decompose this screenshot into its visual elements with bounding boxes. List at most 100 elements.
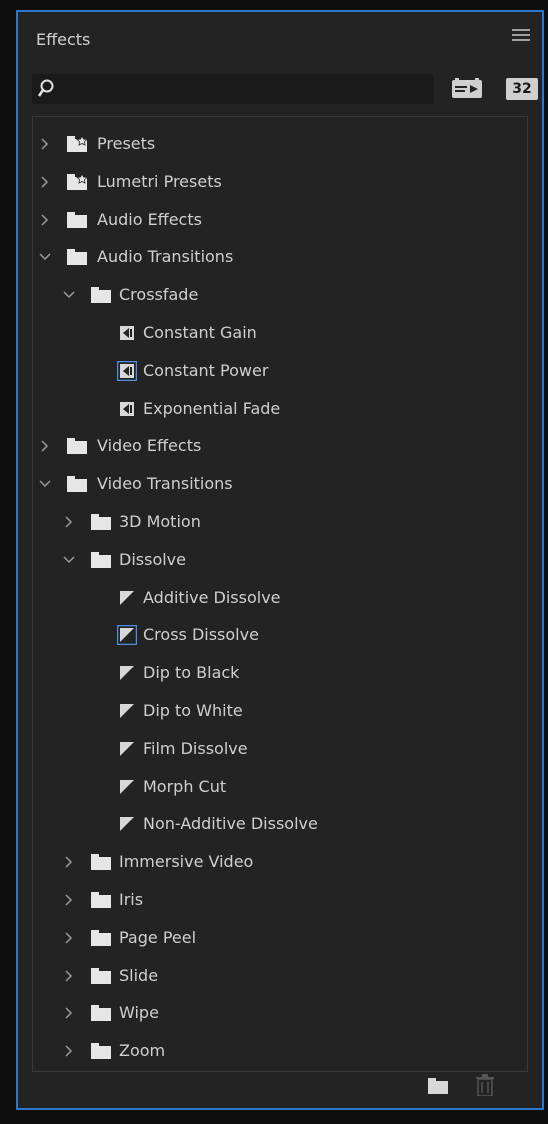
folder-icon xyxy=(91,514,111,530)
folder-icon xyxy=(91,892,111,908)
tree-item-label: Video Effects xyxy=(97,436,202,456)
tree-row-dip-to-white[interactable]: Dip to White xyxy=(33,692,527,730)
chevron-right-icon[interactable] xyxy=(39,440,51,452)
tree-row-lumetri-presets[interactable]: Lumetri Presets xyxy=(33,163,527,201)
tree-row-dip-to-black[interactable]: Dip to Black xyxy=(33,654,527,692)
folder-icon xyxy=(91,854,111,871)
chevron-right-icon[interactable] xyxy=(39,214,51,226)
tree-item-label: Crossfade xyxy=(119,285,199,305)
folder-icon xyxy=(91,929,111,946)
tree-row-presets[interactable]: Presets xyxy=(33,125,527,163)
tree-row-zoom[interactable]: Zoom xyxy=(33,1032,527,1070)
chevron-down-icon[interactable] xyxy=(39,251,51,263)
tree-row-audio-effects[interactable]: Audio Effects xyxy=(33,201,527,239)
tree-item-label: Constant Gain xyxy=(143,323,257,342)
folder-icon xyxy=(91,551,111,568)
folder-icon xyxy=(67,211,87,228)
chevron-right-icon[interactable] xyxy=(63,1045,75,1057)
tree-item-label: Dip to White xyxy=(143,701,243,720)
tree-row-morph-cut[interactable]: Morph Cut xyxy=(33,768,527,806)
chevron-down-icon[interactable] xyxy=(63,554,75,566)
video-transition-icon xyxy=(117,625,137,646)
tree-item-label: Audio Effects xyxy=(97,209,202,229)
tree-item-label: Immersive Video xyxy=(119,852,254,872)
tree-item-label: Zoom xyxy=(119,1041,166,1061)
video-transition-icon xyxy=(120,817,134,832)
preset-folder-icon xyxy=(67,136,87,152)
new-custom-bin-icon[interactable] xyxy=(428,1078,448,1094)
tree-item-label: Presets xyxy=(97,134,156,153)
preset-folder-icon xyxy=(67,173,87,190)
chevron-right-icon[interactable] xyxy=(63,1007,75,1019)
tree-row-dissolve[interactable]: Dissolve xyxy=(33,541,527,579)
tree-item-label: Dip to Black xyxy=(143,663,240,683)
tree-row-exponential-fade[interactable]: Exponential Fade xyxy=(33,390,527,428)
tree-row-crossfade[interactable]: Crossfade xyxy=(33,276,527,314)
effects-tree: Presets Lumetri Presets Audio Effects Audio… xyxy=(32,116,528,1072)
tree-row-immersive-video[interactable]: Immersive Video xyxy=(33,843,527,881)
chevron-right-icon[interactable] xyxy=(39,138,51,150)
tree-item-label: Page Peel xyxy=(119,927,197,947)
chevron-right-icon[interactable] xyxy=(63,894,75,906)
tree-item-label: Lumetri Presets xyxy=(97,171,222,191)
tree-item-label: 3D Motion xyxy=(119,512,201,531)
trash-icon[interactable] xyxy=(476,1074,494,1096)
tree-row-slide[interactable]: Slide xyxy=(33,957,527,995)
tree-item-label: Film Dissolve xyxy=(143,738,248,758)
tree-row-video-transitions[interactable]: Video Transitions xyxy=(33,465,527,503)
folder-icon xyxy=(67,438,87,455)
tree-item-label: Audio Transitions xyxy=(97,247,234,267)
tree-row-video-effects[interactable]: Video Effects xyxy=(33,427,527,465)
tree-item-label: Iris xyxy=(119,890,144,909)
folder-icon xyxy=(91,1043,111,1060)
tree-item-label: Video Transitions xyxy=(97,474,233,494)
video-transition-icon xyxy=(120,741,134,756)
tree-row-cross-dissolve[interactable]: Cross Dissolve xyxy=(33,616,527,654)
chevron-down-icon[interactable] xyxy=(39,478,51,490)
tree-row-non-additive-dissolve[interactable]: Non-Additive Dissolve xyxy=(33,805,527,843)
chevron-right-icon[interactable] xyxy=(63,856,75,868)
folder-icon xyxy=(91,967,111,984)
tree-item-label: Morph Cut xyxy=(143,776,227,796)
video-transition-icon xyxy=(120,666,134,681)
accelerated-effects-icon[interactable] xyxy=(452,78,482,100)
folder-icon xyxy=(67,476,87,493)
tree-item-label: Cross Dissolve xyxy=(143,625,259,645)
chevron-right-icon[interactable] xyxy=(63,932,75,944)
tree-item-label: Non-Additive Dissolve xyxy=(143,814,318,834)
search-icon xyxy=(37,79,54,97)
tree-row-constant-gain[interactable]: Constant Gain xyxy=(33,314,527,352)
tree-item-label: Constant Power xyxy=(143,360,269,380)
tree-item-label: Wipe xyxy=(119,1003,159,1023)
chevron-right-icon[interactable] xyxy=(63,970,75,982)
hamburger-menu-icon[interactable] xyxy=(512,26,530,44)
tree-item-label: Exponential Fade xyxy=(143,398,281,418)
chevron-right-icon[interactable] xyxy=(63,516,75,528)
tree-row-constant-power[interactable]: Constant Power xyxy=(33,352,527,390)
tree-row-3d-motion[interactable]: 3D Motion xyxy=(33,503,527,541)
tree-row-audio-transitions[interactable]: Audio Transitions xyxy=(33,238,527,276)
tree-row-film-dissolve[interactable]: Film Dissolve xyxy=(33,730,527,768)
tree-item-label: Slide xyxy=(119,965,159,985)
panel-title: Effects xyxy=(36,30,91,49)
video-transition-icon xyxy=(120,779,134,794)
audio-transition-icon xyxy=(120,326,134,340)
chevron-down-icon[interactable] xyxy=(63,289,75,301)
folder-icon xyxy=(91,1005,111,1022)
chevron-right-icon[interactable] xyxy=(39,176,51,188)
search-input[interactable] xyxy=(32,74,434,104)
audio-transition-icon xyxy=(120,401,134,416)
tree-row-page-peel[interactable]: Page Peel xyxy=(33,919,527,957)
folder-icon xyxy=(91,287,111,304)
effects-panel: Effects 32 Presets Lumetri Presets Audio E… xyxy=(16,10,544,1110)
folder-icon xyxy=(67,249,87,266)
audio-transition-icon xyxy=(117,360,137,381)
panel-header: Effects xyxy=(18,12,542,68)
tree-row-additive-dissolve[interactable]: Additive Dissolve xyxy=(33,579,527,617)
video-transition-icon xyxy=(120,590,134,605)
tree-item-label: Dissolve xyxy=(119,549,186,569)
tree-row-iris[interactable]: Iris xyxy=(33,881,527,919)
32-bit-color-icon[interactable]: 32 xyxy=(506,78,538,100)
tree-row-wipe[interactable]: Wipe xyxy=(33,994,527,1032)
tree-item-label: Additive Dissolve xyxy=(143,587,281,607)
